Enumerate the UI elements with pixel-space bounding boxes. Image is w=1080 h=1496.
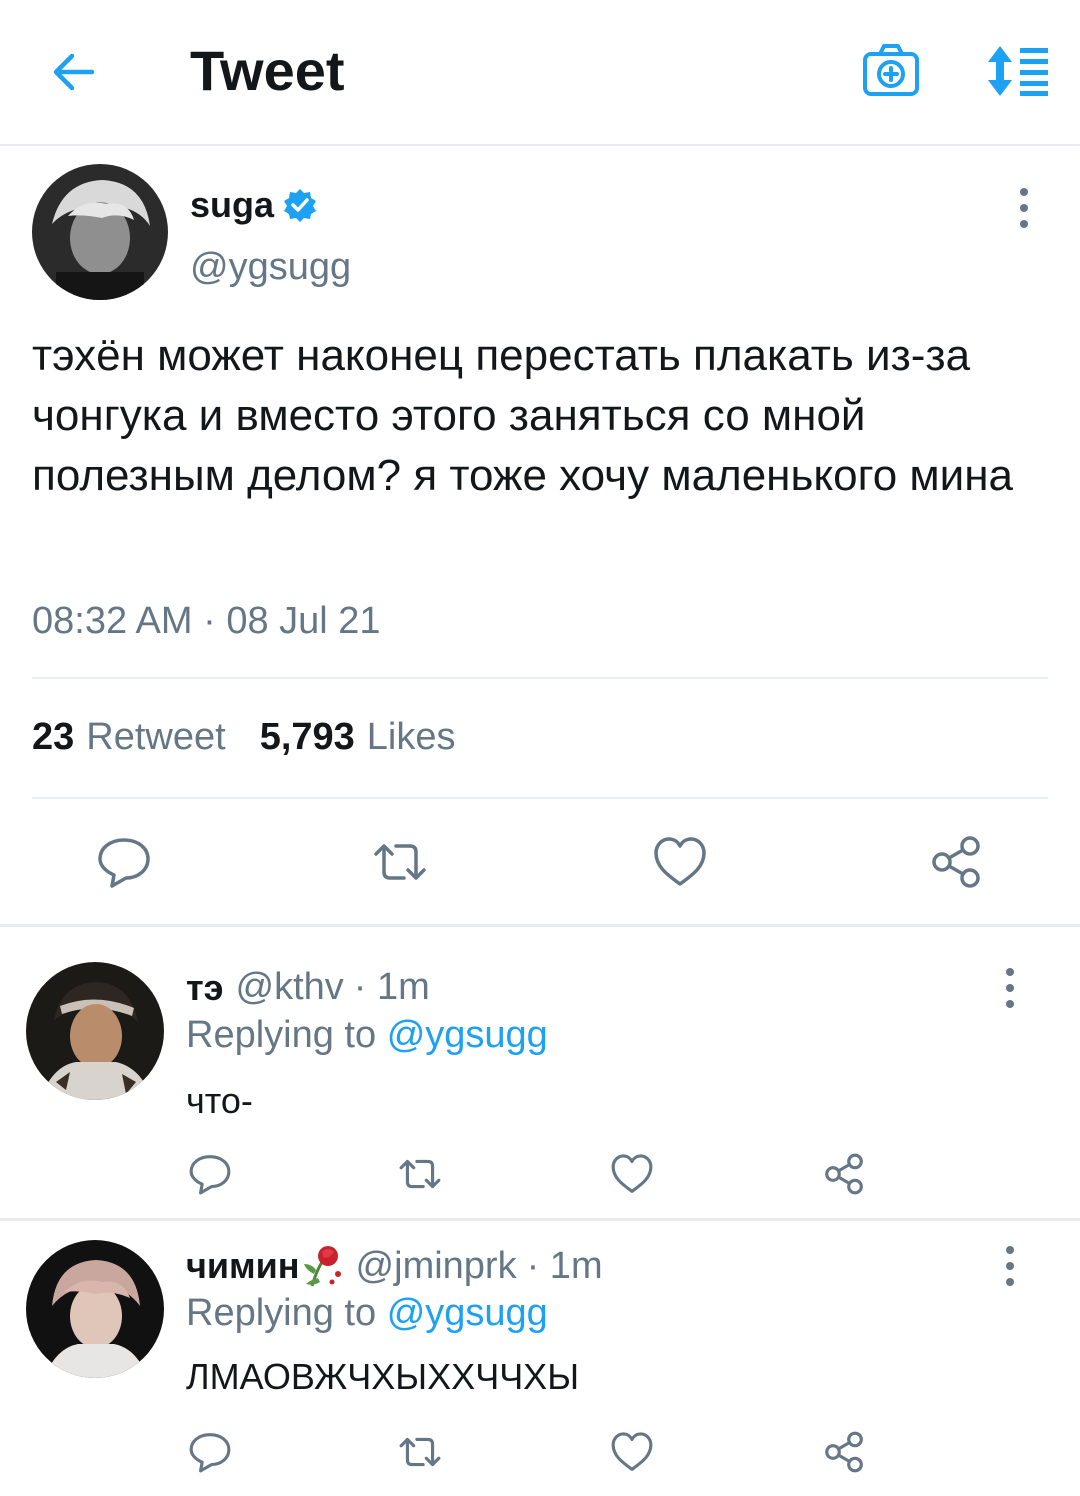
heart-icon[interactable] — [610, 1430, 654, 1474]
tweet-timestamp: 08:32 AM · 08 Jul 21 — [32, 600, 381, 642]
replying-to: Replying to @ygsugg — [186, 1014, 548, 1057]
replying-to-label: Replying to — [186, 1014, 377, 1056]
reply-icon[interactable] — [188, 1430, 232, 1474]
divider — [32, 677, 1048, 679]
heart-icon[interactable] — [652, 834, 708, 890]
replying-to-label: Replying to — [186, 1292, 377, 1334]
replying-to-link[interactable]: @ygsugg — [387, 1292, 548, 1334]
retweet-count-label: Retweet — [86, 716, 226, 758]
reply-header: чимин @jminprk · 1m — [186, 1244, 603, 1288]
more-vertical-icon[interactable] — [990, 966, 1030, 1010]
verified-badge-icon — [282, 187, 318, 223]
top-app-bar: Tweet — [0, 0, 1080, 146]
more-vertical-icon[interactable] — [1004, 186, 1044, 230]
retweet-count-value: 23 — [32, 716, 75, 758]
reply-time: · 1m — [526, 1244, 603, 1287]
back-arrow-icon[interactable] — [48, 46, 100, 98]
share-icon[interactable] — [822, 1430, 866, 1474]
replying-to: Replying to @ygsugg — [186, 1292, 548, 1335]
heart-icon[interactable] — [610, 1152, 654, 1196]
reply-author-name[interactable]: чимин — [186, 1245, 300, 1287]
author-handle[interactable]: @ygsugg — [190, 246, 351, 289]
sort-list-icon[interactable] — [982, 44, 1052, 98]
reply-author-handle[interactable]: @kthv — [236, 966, 344, 1009]
like-count-label: Likes — [366, 716, 456, 758]
reply-time: · 1m — [353, 966, 430, 1008]
avatar[interactable] — [26, 1240, 164, 1378]
retweet-icon[interactable] — [398, 1152, 442, 1196]
author-name-row: suga — [190, 184, 318, 226]
replying-to-link[interactable]: @ygsugg — [387, 1014, 548, 1056]
author-name[interactable]: suga — [190, 184, 274, 226]
share-icon[interactable] — [822, 1152, 866, 1196]
reply-author-handle[interactable]: @jminprk — [356, 1245, 517, 1288]
more-vertical-icon[interactable] — [990, 1244, 1030, 1288]
reply-icon[interactable] — [96, 834, 152, 890]
retweet-icon[interactable] — [372, 834, 428, 890]
retweet-count[interactable]: 23 Retweet — [32, 716, 226, 759]
share-icon[interactable] — [928, 834, 984, 890]
retweet-icon[interactable] — [398, 1430, 442, 1474]
avatar[interactable] — [32, 164, 168, 300]
avatar[interactable] — [26, 962, 164, 1100]
section-divider — [0, 924, 1080, 927]
reply-icon[interactable] — [188, 1152, 232, 1196]
page-title: Tweet — [190, 39, 345, 102]
divider — [32, 797, 1048, 799]
reply-text: что- — [186, 1080, 253, 1121]
reply-header: тэ @kthv · 1m — [186, 966, 430, 1009]
tweet-text: тэхён может наконец перестать плакать из… — [32, 331, 1013, 500]
reply-text: ЛМАОВЖЧХЫХХЧЧХЫ — [186, 1356, 580, 1397]
reply-author-name[interactable]: тэ — [186, 967, 224, 1009]
tweet-stats: 23 Retweet 5,793 Likes — [32, 716, 490, 759]
wilted-rose-emoji — [302, 1244, 344, 1288]
section-divider — [0, 1218, 1080, 1221]
like-count[interactable]: 5,793 Likes — [260, 716, 456, 759]
like-count-value: 5,793 — [259, 716, 355, 758]
camera-plus-icon[interactable] — [862, 42, 920, 98]
